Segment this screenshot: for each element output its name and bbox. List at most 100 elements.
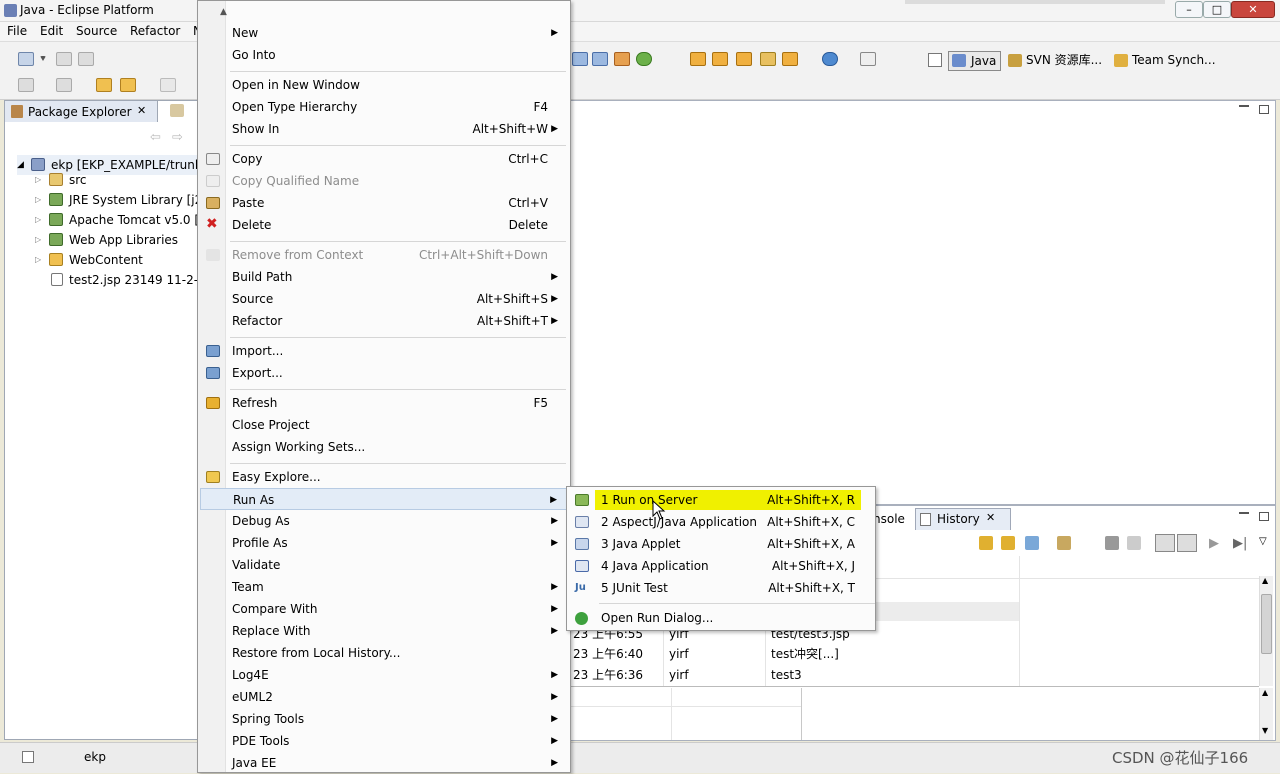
submenu-item-run-on-server[interactable]: 1 Run on Server Alt+Shift+X, R bbox=[569, 489, 875, 511]
clear-icon[interactable] bbox=[1127, 536, 1141, 550]
tree-item-project[interactable]: ◢ ekp [EKP_EXAMPLE/trunk bbox=[17, 155, 202, 175]
scroll-down-icon[interactable]: ▼ bbox=[1262, 726, 1268, 735]
menu-item-validate[interactable]: Validate bbox=[200, 554, 568, 576]
menu-refactor[interactable]: Refactor bbox=[130, 24, 180, 38]
close-button[interactable]: ✕ bbox=[1231, 1, 1275, 18]
minimize-view-icon[interactable] bbox=[1239, 105, 1249, 107]
save-all-icon[interactable] bbox=[78, 52, 94, 66]
expand-arrow-icon[interactable]: ▷ bbox=[35, 250, 41, 270]
refresh-history-icon[interactable] bbox=[979, 536, 993, 550]
pin-icon[interactable] bbox=[1025, 536, 1039, 550]
menu-item-source[interactable]: Source Alt+Shift+S ▶ bbox=[200, 288, 568, 310]
group-icon[interactable] bbox=[1057, 536, 1071, 550]
link-editor-icon[interactable] bbox=[1001, 536, 1015, 550]
package-icon[interactable] bbox=[614, 52, 630, 66]
save-icon[interactable] bbox=[56, 52, 72, 66]
close-tab-icon[interactable]: ✕ bbox=[137, 104, 146, 117]
expand-arrow-icon[interactable]: ▷ bbox=[35, 230, 41, 250]
menu-item-new[interactable]: New ▶ bbox=[200, 22, 568, 44]
filter-icon[interactable] bbox=[1105, 536, 1119, 550]
console-tab[interactable]: nsole bbox=[873, 508, 913, 530]
menu-item-assign-working-sets[interactable]: Assign Working Sets... bbox=[200, 436, 568, 458]
menu-item-import[interactable]: Import... bbox=[200, 340, 568, 362]
submenu-item-junit-test[interactable]: Ju 5 JUnit Test Alt+Shift+X, T bbox=[569, 577, 875, 599]
menu-edit[interactable]: Edit bbox=[40, 24, 63, 38]
menu-item-remove-from-context[interactable]: Remove from Context Ctrl+Alt+Shift+Down bbox=[200, 244, 568, 266]
menu-item-close-project[interactable]: Close Project bbox=[200, 414, 568, 436]
menu-item-open-new-window[interactable]: Open in New Window bbox=[200, 74, 568, 96]
nav-forward-icon[interactable]: ⇨ bbox=[172, 130, 183, 145]
menu-item-log4e[interactable]: Log4E ▶ bbox=[200, 664, 568, 686]
detail-scrollbar[interactable]: ▲ ▼ bbox=[1259, 688, 1273, 740]
submenu-item-open-run-dialog[interactable]: Open Run Dialog... bbox=[569, 607, 875, 629]
menu-item-refresh[interactable]: Refresh F5 bbox=[200, 392, 568, 414]
perspective-team-sync[interactable]: Team Synch... bbox=[1114, 51, 1216, 71]
view-menu-icon[interactable]: ▽ bbox=[1259, 536, 1267, 547]
menu-item-euml2[interactable]: eUML2 ▶ bbox=[200, 686, 568, 708]
folder-icon[interactable] bbox=[712, 52, 728, 66]
menu-item-debug-as[interactable]: Debug As ▶ bbox=[200, 510, 568, 532]
menu-item-copy-qualified-name[interactable]: Copy Qualified Name bbox=[200, 170, 568, 192]
open-perspective-icon[interactable] bbox=[928, 53, 942, 67]
menu-item-compare-with[interactable]: Compare With ▶ bbox=[200, 598, 568, 620]
menu-item-open-type-hierarchy[interactable]: Open Type Hierarchy F4 bbox=[200, 96, 568, 118]
scroll-up-icon[interactable]: ▲ bbox=[1262, 688, 1268, 697]
hierarchy-tab-icon[interactable] bbox=[170, 104, 184, 117]
menu-item-easy-explore[interactable]: Easy Explore... bbox=[200, 466, 568, 488]
next-icon[interactable]: ▶| bbox=[1233, 536, 1247, 551]
tool-icon[interactable] bbox=[760, 52, 776, 66]
scroll-thumb[interactable] bbox=[1261, 594, 1272, 654]
maximize-button[interactable]: □ bbox=[1203, 1, 1231, 18]
last-edit-icon[interactable] bbox=[96, 78, 112, 92]
maximize-view-icon[interactable] bbox=[1259, 512, 1269, 521]
expand-arrow-icon[interactable]: ▷ bbox=[35, 170, 41, 190]
folder-open-icon[interactable] bbox=[690, 52, 706, 66]
collapse-arrow-icon[interactable]: ◢ bbox=[17, 155, 24, 175]
submenu-item-aspectj-app[interactable]: 2 AspectJ/Java Application Alt+Shift+X, C bbox=[569, 511, 875, 533]
submenu-item-java-applet[interactable]: 3 Java Applet Alt+Shift+X, A bbox=[569, 533, 875, 555]
menu-item-replace-with[interactable]: Replace With ▶ bbox=[200, 620, 568, 642]
expand-arrow-icon[interactable]: ▷ bbox=[35, 190, 41, 210]
back-arrow-icon[interactable] bbox=[120, 78, 136, 92]
menu-item-spring-tools[interactable]: Spring Tools ▶ bbox=[200, 708, 568, 730]
type-icon[interactable] bbox=[572, 52, 588, 66]
expand-arrow-icon[interactable]: ▷ bbox=[35, 210, 41, 230]
menu-item-pde-tools[interactable]: PDE Tools ▶ bbox=[200, 730, 568, 752]
history-tab[interactable]: History ✕ bbox=[915, 508, 1011, 530]
close-tab-icon[interactable]: ✕ bbox=[986, 511, 995, 524]
new-wizard-icon[interactable] bbox=[18, 52, 34, 66]
play-icon[interactable]: ▶ bbox=[1209, 536, 1219, 551]
folder-search-icon[interactable] bbox=[782, 52, 798, 66]
comment-view-icon[interactable] bbox=[1155, 534, 1175, 552]
history-scrollbar[interactable]: ▲ bbox=[1259, 576, 1273, 686]
run-icon[interactable] bbox=[636, 52, 652, 66]
menu-item-refactor[interactable]: Refactor Alt+Shift+T ▶ bbox=[200, 310, 568, 332]
scroll-up-icon[interactable]: ▲ bbox=[1262, 576, 1268, 585]
fast-view-icon[interactable] bbox=[22, 751, 34, 763]
menu-item-team[interactable]: Team ▶ bbox=[200, 576, 568, 598]
menu-item-export[interactable]: Export... bbox=[200, 362, 568, 384]
menu-file[interactable]: File bbox=[7, 24, 27, 38]
new-dropdown-icon[interactable] bbox=[40, 56, 46, 62]
submenu-item-java-application[interactable]: 4 Java Application Alt+Shift+X, J bbox=[569, 555, 875, 577]
menu-item-run-as[interactable]: Run As ▶ bbox=[200, 488, 568, 510]
document-icon[interactable] bbox=[860, 52, 876, 66]
menu-item-restore-local-history[interactable]: Restore from Local History... bbox=[200, 642, 568, 664]
menu-item-copy[interactable]: Copy Ctrl+C bbox=[200, 148, 568, 170]
perspective-svn[interactable]: SVN 资源库... bbox=[1008, 51, 1102, 71]
menu-item-build-path[interactable]: Build Path ▶ bbox=[200, 266, 568, 288]
menu-item-paste[interactable]: Paste Ctrl+V bbox=[200, 192, 568, 214]
package-explorer-tab[interactable]: Package Explorer ✕ bbox=[4, 100, 158, 122]
folder-out-icon[interactable] bbox=[736, 52, 752, 66]
scroll-up-icon[interactable]: ▲ bbox=[220, 7, 227, 17]
menu-item-go-into[interactable]: Go Into bbox=[200, 44, 568, 66]
globe-icon[interactable] bbox=[822, 52, 838, 66]
menu-item-delete[interactable]: ✖ Delete Delete bbox=[200, 214, 568, 236]
nav-back-icon[interactable]: ⇦ bbox=[150, 130, 161, 145]
menu-source[interactable]: Source bbox=[76, 24, 117, 38]
forward-arrow-icon[interactable] bbox=[160, 78, 176, 92]
menu-item-show-in[interactable]: Show In Alt+Shift+W ▶ bbox=[200, 118, 568, 140]
back-history-icon[interactable] bbox=[18, 78, 34, 92]
menu-item-profile-as[interactable]: Profile As ▶ bbox=[200, 532, 568, 554]
list-view-icon[interactable] bbox=[1177, 534, 1197, 552]
